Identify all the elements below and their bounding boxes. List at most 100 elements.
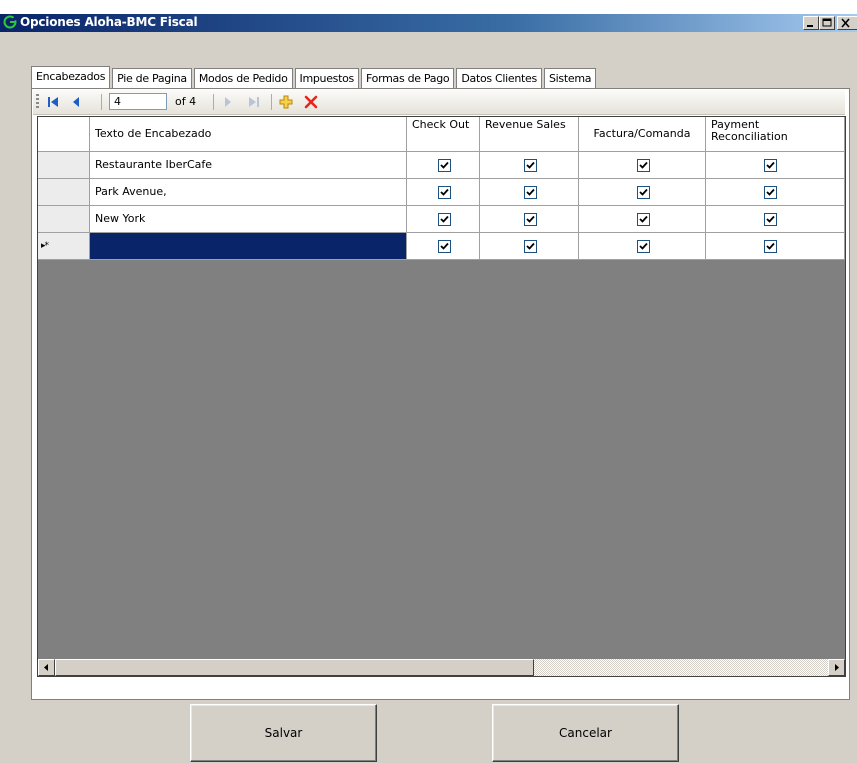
revenue-sales-cell	[480, 152, 579, 179]
move-next-button[interactable]	[220, 94, 236, 110]
payment-reconciliation-checkbox[interactable]	[764, 186, 777, 199]
move-last-button[interactable]	[246, 94, 262, 110]
tab-sistema[interactable]: Sistema	[543, 68, 597, 88]
row-header[interactable]: ▸*	[38, 233, 90, 260]
toolbar-separator	[213, 94, 214, 110]
minimize-button[interactable]	[803, 16, 819, 30]
maximize-button[interactable]	[819, 16, 835, 30]
revenue-sales-cell	[480, 179, 579, 206]
window-title: Opciones Aloha-BMC Fiscal	[20, 15, 198, 29]
position-input[interactable]: 4	[109, 93, 167, 110]
data-grid[interactable]: Texto de Encabezado Check Out Revenue Sa…	[37, 116, 846, 677]
column-header-check-out[interactable]: Check Out	[407, 117, 480, 152]
close-button[interactable]	[837, 16, 857, 30]
close-icon	[841, 18, 850, 28]
checkmark-icon	[766, 188, 775, 196]
check-out-checkbox[interactable]	[438, 159, 451, 172]
tab-modos-de-pedido[interactable]: Modos de Pedido	[193, 68, 293, 88]
header-text-cell-selected[interactable]	[90, 233, 407, 260]
record-count-label: of 4	[175, 95, 197, 108]
maximize-icon	[822, 18, 832, 27]
tab-encabezados[interactable]: Encabezados	[31, 66, 111, 88]
check-out-cell	[407, 152, 480, 179]
title-bar[interactable]: Opciones Aloha-BMC Fiscal	[0, 14, 857, 32]
checkmark-icon	[526, 215, 535, 223]
checkmark-icon	[526, 188, 535, 196]
column-header-payment-reconciliation[interactable]: Payment Reconciliation	[706, 117, 845, 152]
move-next-icon	[225, 97, 231, 107]
checkmark-icon	[440, 188, 449, 196]
check-out-cell	[407, 233, 480, 260]
tab-datos-clientes[interactable]: Datos Clientes	[456, 68, 542, 88]
payment-reconciliation-cell	[706, 152, 845, 179]
factura-comanda-checkbox[interactable]	[637, 213, 650, 226]
delete-icon	[304, 95, 318, 109]
tab-impuestos[interactable]: Impuestos	[294, 68, 359, 88]
add-new-icon	[279, 95, 293, 109]
check-out-cell	[407, 206, 480, 233]
tab-pie-de-pagina[interactable]: Pie de Pagina	[112, 68, 192, 88]
payment-reconciliation-cell	[706, 206, 845, 233]
new-row: ▸*	[38, 233, 845, 260]
payment-reconciliation-checkbox[interactable]	[764, 240, 777, 253]
checkmark-icon	[639, 215, 648, 223]
save-button[interactable]: Salvar	[190, 704, 377, 762]
add-new-button[interactable]	[278, 94, 294, 110]
payment-reconciliation-checkbox[interactable]	[764, 159, 777, 172]
delete-button[interactable]	[303, 94, 319, 110]
checkmark-icon	[440, 161, 449, 169]
cancel-button[interactable]: Cancelar	[492, 704, 679, 762]
toolbar-grip[interactable]	[36, 94, 39, 110]
table-row: Restaurante IberCafe	[38, 152, 845, 179]
revenue-sales-cell	[480, 233, 579, 260]
row-header[interactable]	[38, 179, 90, 206]
column-header-texto[interactable]: Texto de Encabezado	[90, 117, 407, 152]
header-text-cell[interactable]: New York	[90, 206, 407, 233]
arrow-right-icon	[835, 664, 839, 671]
scroll-right-button[interactable]	[828, 659, 845, 676]
factura-comanda-checkbox[interactable]	[637, 240, 650, 253]
revenue-sales-checkbox[interactable]	[524, 213, 537, 226]
column-header-factura-comanda[interactable]: Factura/Comanda	[579, 117, 706, 152]
checkmark-icon	[639, 242, 648, 250]
minimize-icon	[807, 25, 813, 27]
tab-formas-de-pago[interactable]: Formas de Pago	[361, 68, 455, 88]
checkmark-icon	[639, 188, 648, 196]
factura-comanda-cell	[579, 233, 706, 260]
check-out-checkbox[interactable]	[438, 213, 451, 226]
scroll-left-button[interactable]	[38, 659, 55, 676]
row-header-corner[interactable]	[38, 117, 90, 152]
header-text-cell[interactable]: Restaurante IberCafe	[90, 152, 407, 179]
column-header-revenue-sales[interactable]: Revenue Sales	[480, 117, 579, 152]
move-first-button[interactable]	[45, 94, 61, 110]
checkmark-icon	[526, 161, 535, 169]
scroll-thumb[interactable]	[55, 659, 534, 676]
revenue-sales-checkbox[interactable]	[524, 159, 537, 172]
checkmark-icon	[526, 242, 535, 250]
row-header[interactable]	[38, 152, 90, 179]
check-out-checkbox[interactable]	[438, 186, 451, 199]
checkmark-icon	[766, 161, 775, 169]
factura-comanda-cell	[579, 179, 706, 206]
checkmark-icon	[766, 215, 775, 223]
row-header[interactable]	[38, 206, 90, 233]
revenue-sales-checkbox[interactable]	[524, 186, 537, 199]
factura-comanda-cell	[579, 206, 706, 233]
payment-reconciliation-cell	[706, 179, 845, 206]
factura-comanda-checkbox[interactable]	[637, 159, 650, 172]
factura-comanda-checkbox[interactable]	[637, 186, 650, 199]
check-out-checkbox[interactable]	[438, 240, 451, 253]
move-previous-button[interactable]	[68, 94, 84, 110]
horizontal-scrollbar[interactable]	[38, 659, 845, 676]
table-row: Park Avenue,	[38, 179, 845, 206]
checkmark-icon	[766, 242, 775, 250]
revenue-sales-checkbox[interactable]	[524, 240, 537, 253]
new-row-marker: ▸*	[41, 241, 49, 251]
header-text-cell[interactable]: Park Avenue,	[90, 179, 407, 206]
revenue-sales-cell	[480, 206, 579, 233]
payment-reconciliation-checkbox[interactable]	[764, 213, 777, 226]
toolbar-separator	[271, 94, 272, 110]
table-row: New York	[38, 206, 845, 233]
checkmark-icon	[440, 242, 449, 250]
toolbar-separator	[101, 94, 102, 110]
